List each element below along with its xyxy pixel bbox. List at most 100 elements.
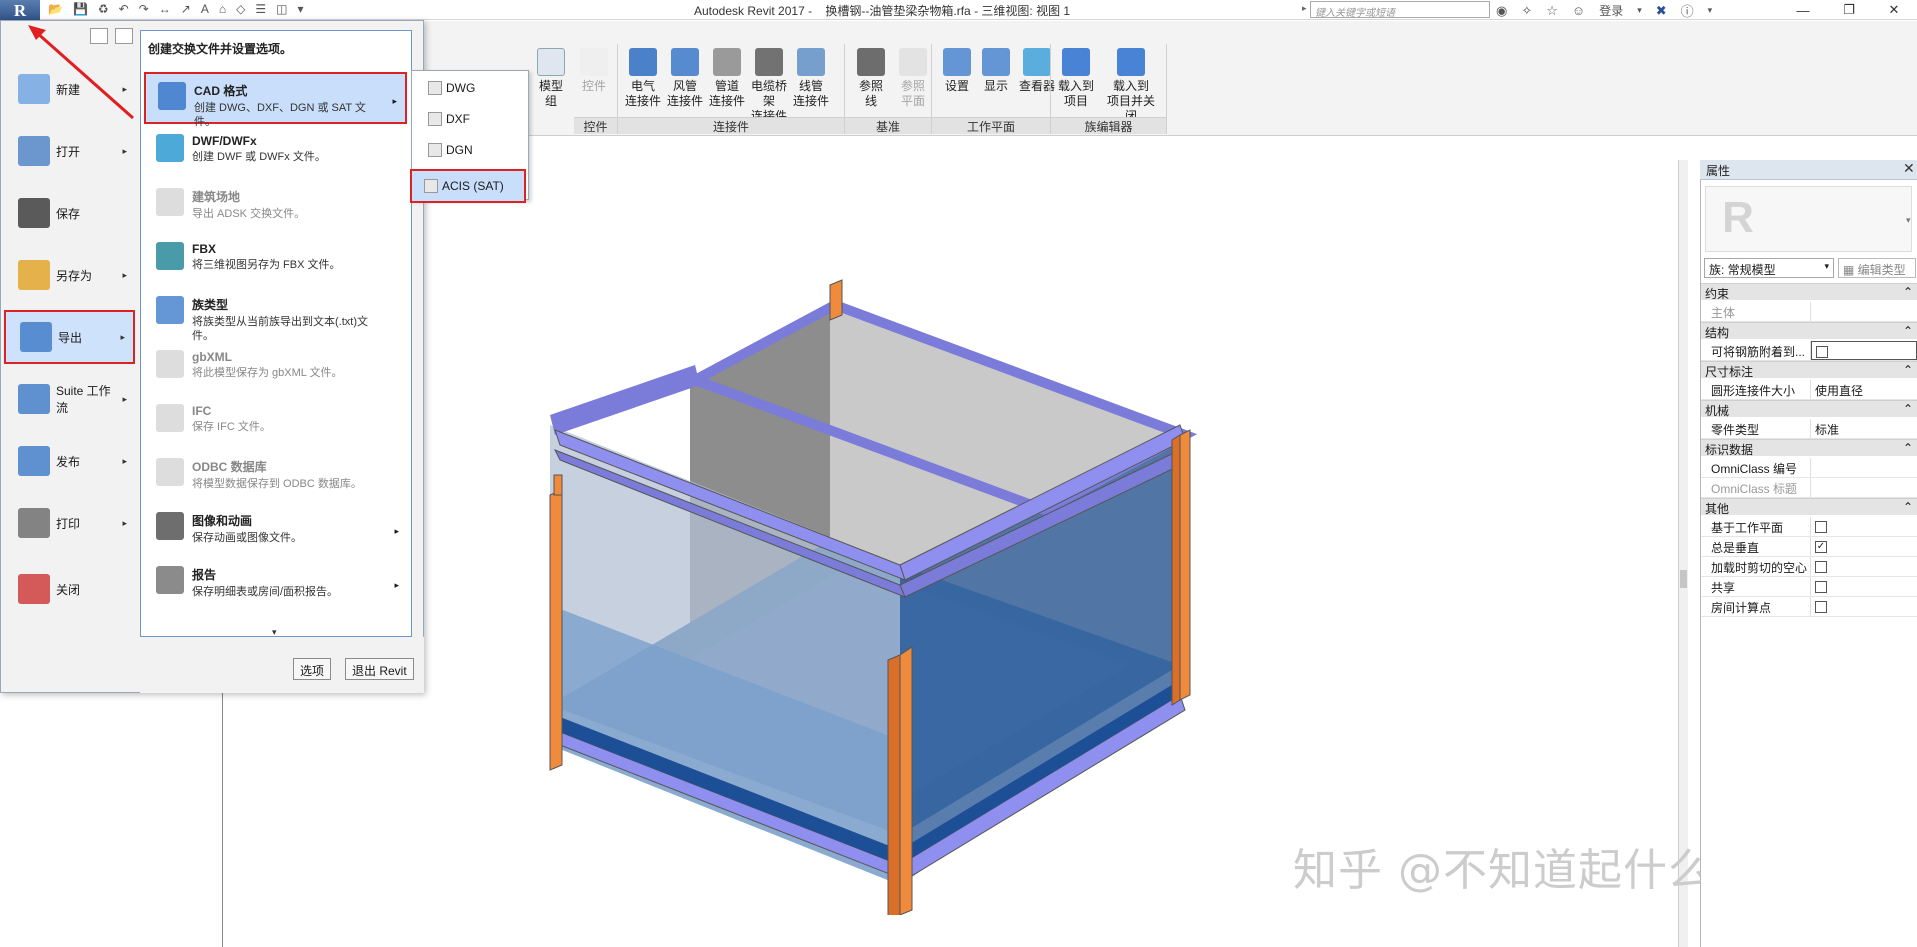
property-category[interactable]: 约束 ⌃ xyxy=(1701,283,1917,301)
login-link[interactable]: 登录 xyxy=(1599,2,1623,19)
application-menu-button[interactable]: R xyxy=(0,0,40,22)
viewer-button[interactable]: 查看器 xyxy=(1016,48,1058,94)
text-icon[interactable]: A xyxy=(201,2,209,18)
set-workplane-button[interactable]: 设置 xyxy=(936,48,978,94)
property-category[interactable]: 机械 ⌃ xyxy=(1701,400,1917,418)
property-row[interactable]: 共享 xyxy=(1701,577,1917,597)
load-and-close-button[interactable]: 载入到 项目并关闭 xyxy=(1104,48,1158,124)
measure-icon[interactable]: ↔ xyxy=(159,2,171,18)
cable-tray-connector-button[interactable]: 电缆桥架 连接件 xyxy=(748,48,790,124)
close-window-icon[interactable]: ✕ xyxy=(1871,0,1917,20)
property-row[interactable]: 房间计算点 xyxy=(1701,597,1917,617)
property-checkbox[interactable]: ✓ xyxy=(1815,540,1827,553)
pipe-connector-button[interactable]: 管道 连接件 xyxy=(706,48,748,109)
recent-documents-icon[interactable] xyxy=(90,28,108,44)
menu-item-open-folder[interactable]: 打开 ▸ xyxy=(4,124,135,178)
exchange-icon[interactable]: ✖ xyxy=(1656,3,1667,19)
property-row[interactable]: 总是垂直 ✓ xyxy=(1701,537,1917,557)
show-workplane-button[interactable]: 显示 xyxy=(975,48,1017,94)
export-item-ifc[interactable]: IFC 保存 IFC 文件。 xyxy=(144,396,407,448)
export-item-building-site[interactable]: 建筑场地 导出 ADSK 交换文件。 xyxy=(144,180,407,232)
property-checkbox[interactable] xyxy=(1815,580,1827,593)
property-checkbox[interactable] xyxy=(1816,345,1828,358)
menu-item-save-as[interactable]: 另存为 ▸ xyxy=(4,248,135,302)
login-dropdown-icon[interactable]: ▾ xyxy=(1637,5,1642,16)
menu-item-export[interactable]: 导出 ▸ xyxy=(4,310,135,364)
export-item-image-animation[interactable]: 图像和动画 保存动画或图像文件。 ▸ xyxy=(144,504,407,556)
export-item-dwf[interactable]: DWF/DWFx 创建 DWF 或 DWFx 文件。 xyxy=(144,126,407,178)
menu-item-print[interactable]: 打印 ▸ xyxy=(4,496,135,550)
property-value[interactable] xyxy=(1811,458,1917,477)
property-row[interactable]: 零件类型 标准 xyxy=(1701,419,1917,439)
property-row[interactable]: 圆形连接件大小 使用直径 xyxy=(1701,380,1917,400)
save-icon[interactable]: 💾 xyxy=(73,2,88,18)
dimension-icon[interactable]: ↗ xyxy=(181,2,191,18)
menu-item-suite-workflow[interactable]: Suite 工作流 ▸ xyxy=(4,372,135,426)
collapse-icon[interactable]: ⌃ xyxy=(1903,441,1913,455)
menu-item-new[interactable]: 新建 ▸ xyxy=(4,62,135,116)
exit-revit-button[interactable]: 退出 Revit xyxy=(345,658,414,680)
control-button[interactable]: 控件 xyxy=(573,48,615,94)
export-item-odbc[interactable]: ODBC 数据库 将模型数据保存到 ODBC 数据库。 xyxy=(144,450,407,502)
property-row[interactable]: 基于工作平面 xyxy=(1701,517,1917,537)
export-item-cad-format[interactable]: CAD 格式 创建 DWG、DXF、DGN 或 SAT 文件。 ▸ xyxy=(144,72,407,128)
property-category[interactable]: 尺寸标注 ⌃ xyxy=(1701,361,1917,379)
3d-view-icon[interactable]: ⌂ xyxy=(219,2,226,18)
property-row[interactable]: 可将钢筋附着到... xyxy=(1701,341,1917,361)
flyout-item-dgn[interactable]: DGN xyxy=(416,138,526,162)
type-selector[interactable]: 族: 常规模型 ▾ xyxy=(1704,258,1834,278)
customize-qat-icon[interactable]: ▾ xyxy=(297,2,303,18)
export-item-report[interactable]: 报告 保存明细表或房间/面积报告。 ▸ xyxy=(144,558,407,610)
property-row[interactable]: 主体 xyxy=(1701,302,1917,322)
canvas-scrollbar[interactable] xyxy=(1678,160,1688,947)
menu-item-publish[interactable]: 发布 ▸ xyxy=(4,434,135,488)
minimize-icon[interactable]: — xyxy=(1780,0,1826,20)
property-value[interactable]: 使用直径 xyxy=(1811,380,1917,399)
help-search-input[interactable]: 键入关键字或短语 xyxy=(1310,1,1490,19)
property-row[interactable]: OmniClass 标题 xyxy=(1701,478,1917,498)
collapse-icon[interactable]: ⌃ xyxy=(1903,285,1913,299)
property-checkbox[interactable] xyxy=(1815,560,1827,573)
flyout-item-dwg[interactable]: DWG xyxy=(416,76,526,100)
star-icon[interactable]: ☆ xyxy=(1546,3,1558,19)
3d-box-model[interactable] xyxy=(530,275,1210,915)
export-item-gbxml[interactable]: gbXML 将此模型保存为 gbXML 文件。 xyxy=(144,342,407,394)
help-dropdown-icon[interactable]: ▾ xyxy=(1708,5,1713,16)
flyout-item-dxf[interactable]: DXF xyxy=(416,107,526,131)
property-value[interactable] xyxy=(1811,341,1917,360)
sync-icon[interactable]: ♻ xyxy=(98,2,109,18)
satellite-icon[interactable]: ✧ xyxy=(1521,3,1532,19)
switch-windows-icon[interactable]: ◫ xyxy=(276,2,287,18)
model-group-button[interactable]: 模型 组 xyxy=(530,48,572,109)
collapse-icon[interactable]: ⌃ xyxy=(1903,402,1913,416)
options-button[interactable]: 选项 xyxy=(293,658,332,680)
reference-line-button[interactable]: 参照 线 xyxy=(850,48,892,109)
type-preview-dropdown-icon[interactable]: ▾ xyxy=(1906,215,1911,226)
undo-icon[interactable]: ↶ xyxy=(119,2,129,18)
properties-close-icon[interactable]: ✕ xyxy=(1903,160,1915,177)
redo-icon[interactable]: ↷ xyxy=(139,2,149,18)
export-item-family-types[interactable]: 族类型 将族类型从当前族导出到文本(.txt)文件。 xyxy=(144,288,407,342)
open-icon[interactable]: 📂 xyxy=(48,2,63,18)
property-value[interactable] xyxy=(1811,517,1917,536)
property-value[interactable] xyxy=(1811,577,1917,596)
collapse-icon[interactable]: ⌃ xyxy=(1903,324,1913,338)
conduit-connector-button[interactable]: 线管 连接件 xyxy=(790,48,832,109)
electrical-connector-button[interactable]: 电气 连接件 xyxy=(622,48,664,109)
property-category[interactable]: 标识数据 ⌃ xyxy=(1701,439,1917,457)
reference-plane-button[interactable]: 参照 平面 xyxy=(892,48,934,109)
search-expand-icon[interactable]: ▸ xyxy=(1302,3,1307,14)
property-value[interactable]: ✓ xyxy=(1811,537,1917,556)
restore-icon[interactable]: ❐ xyxy=(1826,0,1872,20)
property-value[interactable]: 标准 xyxy=(1811,419,1917,438)
open-documents-icon[interactable] xyxy=(115,28,134,44)
property-value[interactable] xyxy=(1811,302,1917,321)
property-category[interactable]: 其他 ⌃ xyxy=(1701,498,1917,516)
menu-item-close-file[interactable]: 关闭 xyxy=(4,562,135,616)
binoculars-icon[interactable]: ◉ xyxy=(1496,3,1507,19)
duct-connector-button[interactable]: 风管 连接件 xyxy=(664,48,706,109)
property-value[interactable] xyxy=(1811,557,1917,576)
property-value[interactable] xyxy=(1811,597,1917,616)
property-row[interactable]: 加载时剪切的空心 xyxy=(1701,557,1917,577)
property-value[interactable] xyxy=(1811,478,1917,497)
